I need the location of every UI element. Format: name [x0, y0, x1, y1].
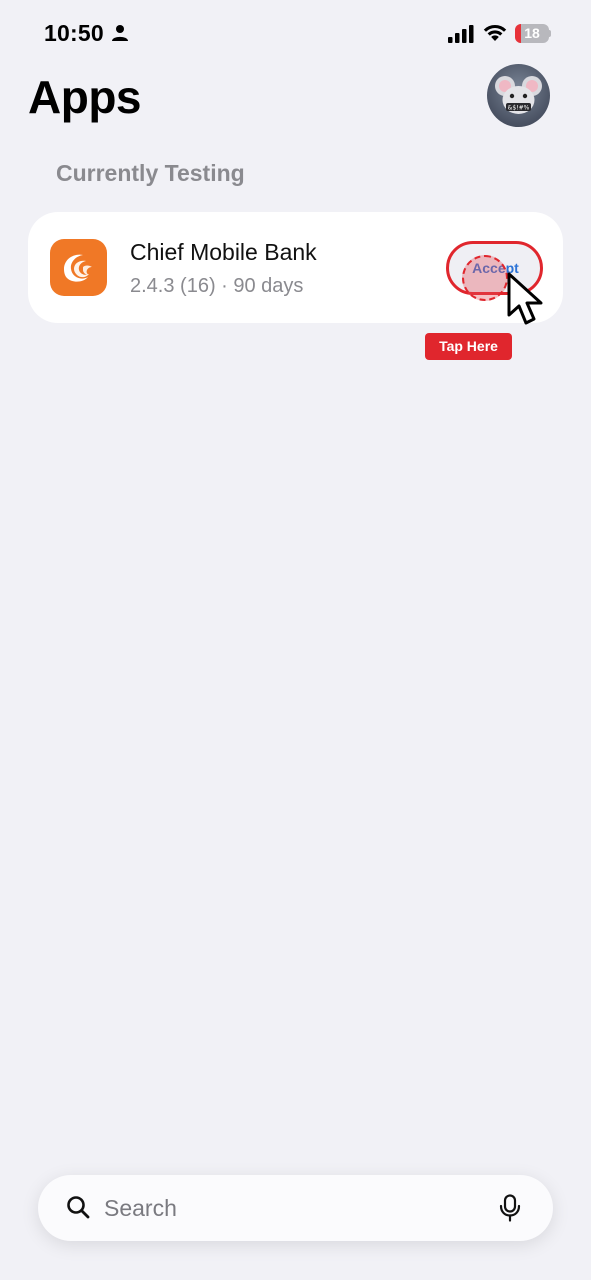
search-input[interactable]: [104, 1175, 484, 1241]
tap-here-label: Tap Here: [425, 333, 512, 360]
battery-percent: 18: [524, 25, 540, 41]
battery-body: 18: [515, 24, 549, 43]
swirl-logo-icon: [64, 254, 92, 282]
avatar[interactable]: &$!#%: [487, 64, 550, 127]
person-icon: [112, 25, 128, 41]
section-title: Currently Testing: [56, 160, 245, 186]
search-icon: [67, 1196, 90, 1219]
screen: 10:50 18 Apps &$!#% Currently Testing Ch…: [0, 0, 591, 1280]
memoji-mouse-icon: &$!#%: [495, 76, 542, 114]
wifi-icon: [483, 24, 507, 41]
svg-text:&$!#%: &$!#%: [508, 105, 530, 112]
app-name: Chief Mobile Bank: [130, 239, 317, 265]
status-time: 10:50: [44, 20, 104, 46]
tap-indicator-circle: [462, 255, 508, 301]
chief-mobile-bank-icon[interactable]: [50, 239, 107, 296]
app-version-meta: 2.4.3 (16) · 90 days: [130, 275, 304, 297]
microphone-icon[interactable]: [499, 1194, 521, 1222]
battery-icon: 18: [515, 24, 551, 43]
cursor-pointer-icon: [507, 272, 543, 325]
battery-cap: [549, 30, 551, 37]
search-bar[interactable]: [38, 1175, 553, 1241]
status-bar: 10:50 18: [0, 0, 591, 66]
page-title: Apps: [28, 71, 142, 123]
signal-icon: [448, 25, 474, 43]
